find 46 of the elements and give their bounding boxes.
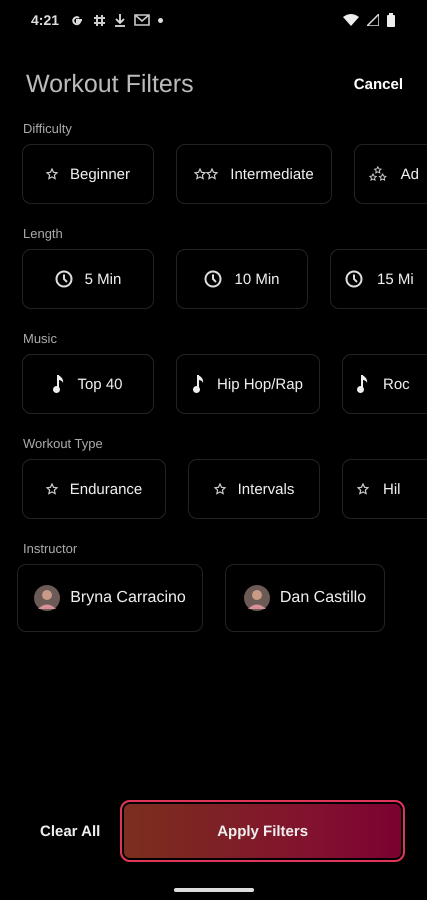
filter-chip[interactable]: Dan Castillo [225, 564, 385, 632]
filter-chip[interactable]: Top 40 [22, 354, 154, 414]
cancel-button[interactable]: Cancel [354, 72, 403, 97]
filter-chip[interactable]: 10 Min [176, 249, 308, 309]
dot-icon [158, 18, 164, 22]
mail-icon [134, 14, 150, 26]
music-note-icon [193, 374, 206, 394]
star-icon [357, 483, 369, 495]
filter-chip[interactable]: Roc [342, 354, 427, 414]
section-label: Instructor [22, 541, 78, 556]
filter-chip[interactable]: Hip Hop/Rap [176, 354, 320, 414]
music-note-icon [53, 374, 66, 394]
signal-icon [367, 14, 379, 26]
clear-all-button[interactable]: Clear All [40, 816, 100, 846]
wifi-icon [343, 14, 359, 26]
avatar-icon [34, 585, 60, 611]
star-icon [46, 483, 58, 495]
star-icon [46, 168, 58, 180]
two-stars-icon [194, 168, 218, 180]
filter-chip[interactable]: Ad [354, 144, 427, 204]
home-indicator[interactable] [174, 888, 254, 892]
page-title: Workout Filters [26, 70, 194, 99]
music-note-icon [357, 374, 369, 394]
hash-icon [93, 14, 106, 26]
clock-icon [204, 270, 222, 288]
clock-icon [345, 270, 363, 288]
download-icon [114, 13, 126, 27]
filter-chip[interactable]: Hil [342, 459, 427, 519]
star-icon [214, 483, 226, 495]
filter-chip[interactable]: Beginner [22, 144, 154, 204]
three-stars-icon [369, 164, 387, 184]
status-time: 4:21 [31, 12, 60, 28]
section-label: Music [22, 331, 58, 346]
apply-filters-button[interactable]: Apply Filters [120, 800, 405, 862]
section-label: Difficulty [22, 121, 73, 136]
section-label: Length [22, 226, 64, 241]
filter-chip[interactable]: Intervals [188, 459, 320, 519]
filter-chip[interactable]: 5 Min [22, 249, 154, 309]
filter-chip[interactable]: Endurance [22, 459, 166, 519]
battery-icon [387, 13, 395, 27]
clock-icon [54, 270, 73, 288]
filter-chip[interactable]: Bryna Carracino [17, 564, 203, 632]
avatar-icon [244, 585, 270, 611]
section-label: Workout Type [22, 436, 104, 451]
filter-chip[interactable]: 15 Mi [330, 249, 427, 309]
filter-chip[interactable]: Intermediate [176, 144, 332, 204]
